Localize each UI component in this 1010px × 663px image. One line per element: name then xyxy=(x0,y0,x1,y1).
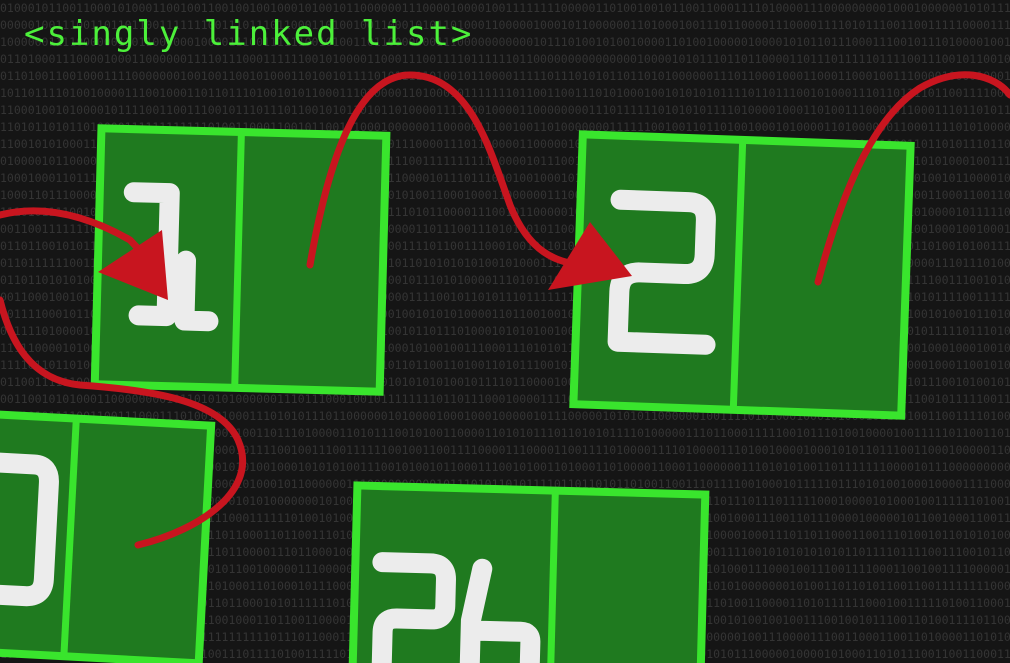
node-0-box xyxy=(0,408,216,663)
node-0 xyxy=(0,408,216,663)
node-26 xyxy=(348,481,710,663)
linked-list-diagram xyxy=(0,71,1010,663)
